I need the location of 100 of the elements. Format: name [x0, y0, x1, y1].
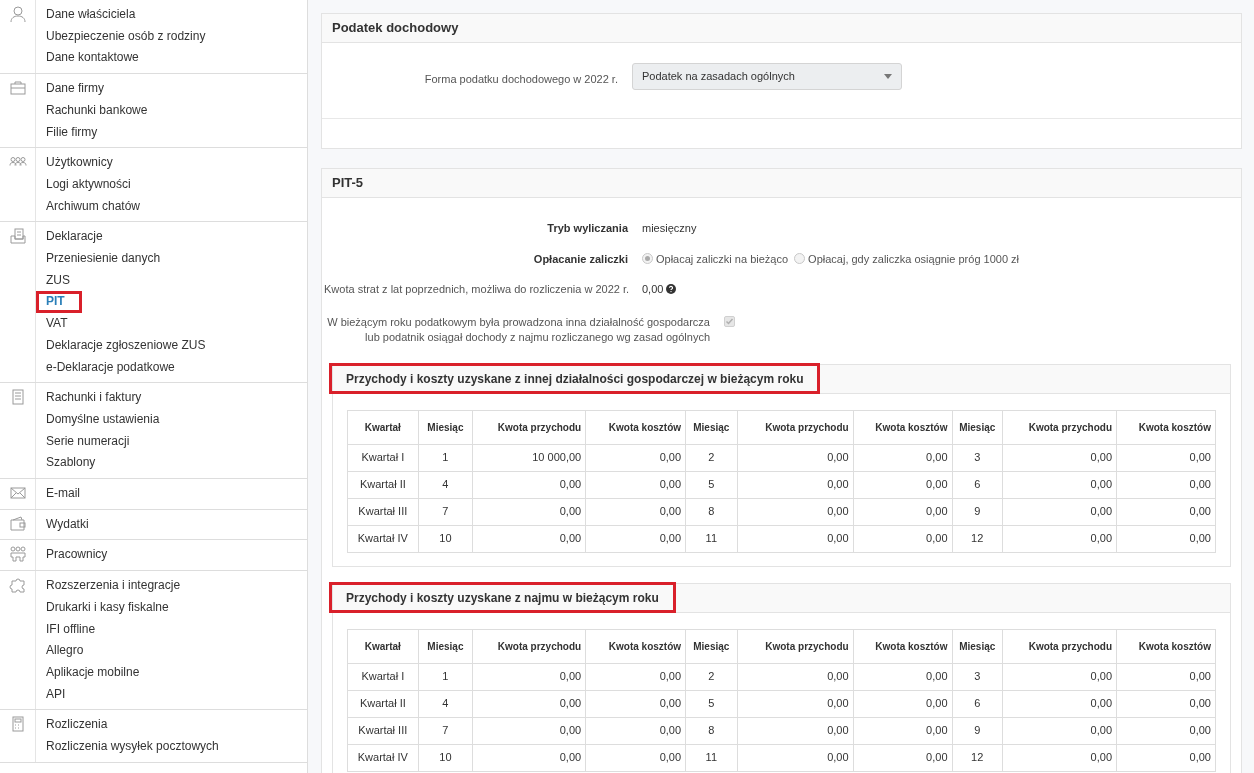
sidebar-item[interactable]: Logi aktywności	[46, 173, 131, 196]
sidebar-item[interactable]: Filie firmy	[46, 121, 98, 144]
sidebar-item[interactable]: Rachunki i faktury	[46, 387, 142, 409]
table-cell: 0,00	[1116, 663, 1216, 690]
people-icon	[8, 157, 27, 167]
table-cell: 0,00	[853, 471, 952, 498]
sidebar-item[interactable]: API	[46, 683, 66, 706]
table-cell: 0,00	[472, 690, 586, 717]
table-cell: 0,00	[472, 525, 586, 552]
table-cell: Kwartał II	[347, 690, 419, 717]
table-cell: 0,00	[1002, 471, 1117, 498]
table-cell: 3	[952, 663, 1003, 690]
table-cell: 0,00	[853, 744, 952, 771]
table-cell: 0,00	[585, 717, 686, 744]
table-cell: 0,00	[737, 471, 854, 498]
table-cell: 0,00	[737, 498, 854, 525]
sidebar-item[interactable]: Dane właściciela	[46, 4, 136, 26]
section-title: Przychody i koszty uzyskane z innej działalności gospodarczej w bieżącym roku	[329, 363, 821, 394]
column-header: Kwota kosztów	[1116, 629, 1216, 663]
table-cell: 4	[418, 471, 473, 498]
sidebar-item[interactable]: Rozliczenia	[46, 714, 108, 737]
table-cell: 0,00	[1002, 498, 1117, 525]
radio-option[interactable]: Opłacaj, gdy zaliczka osiągnie próg 1000 zł	[794, 250, 1020, 267]
table-cell: 0,00	[472, 471, 586, 498]
radio-button[interactable]	[794, 253, 806, 265]
person-icon	[8, 5, 27, 23]
table-cell: 6	[952, 471, 1003, 498]
table-cell: 0,00	[1116, 690, 1216, 717]
sidebar-item[interactable]: Aplikacje mobilne	[46, 662, 140, 684]
field-label: W bieżącym roku podatkowym była prowadzona inna działalność gospodarcza lub podatnik osiągał dochody z najmu rozliczanego wg zasad ogólnych	[326, 314, 711, 345]
column-header: Kwota kosztów	[585, 410, 686, 444]
table-cell: 0,00	[1116, 471, 1216, 498]
table-cell: 11	[685, 525, 738, 552]
sidebar-item[interactable]: Wydatki	[46, 513, 89, 536]
table-cell: Kwartał IV	[347, 525, 419, 552]
sidebar-item[interactable]: Dane firmy	[46, 78, 104, 100]
table-cell: 10 000,00	[472, 444, 586, 471]
sidebar-item[interactable]: Użytkownicy	[46, 152, 113, 174]
sidebar-item[interactable]: Drukarki i kasy fiskalne	[46, 596, 169, 619]
table-cell: 9	[952, 498, 1003, 525]
column-header: Miesiąc	[418, 629, 473, 663]
column-header: Miesiąc	[418, 410, 473, 444]
table-cell: 5	[685, 471, 738, 498]
sidebar-item[interactable]: VAT	[46, 313, 68, 335]
sidebar-item[interactable]: Allegro	[46, 640, 84, 662]
table-cell: 0,00	[737, 663, 854, 690]
sidebar-item[interactable]: Serie numeracji	[46, 430, 130, 453]
sidebar-item[interactable]: Rozszerzenia i integracje	[46, 575, 181, 597]
sidebar-item[interactable]: Rozliczenia wysyłek pocztowych	[46, 736, 219, 758]
sidebar-item[interactable]: Szablony	[46, 452, 96, 475]
table-cell: 2	[685, 663, 738, 690]
column-header: Miesiąc	[685, 629, 738, 663]
sidebar-item[interactable]: Rachunki bankowe	[46, 99, 148, 122]
table-cell: 7	[418, 498, 473, 525]
sidebar-item[interactable]: e-Deklaracje podatkowe	[46, 356, 175, 379]
field-label: Opłacanie zaliczki	[532, 251, 629, 267]
sidebar-item[interactable]: Domyślne ustawienia	[46, 408, 160, 431]
table-cell: 9	[952, 717, 1003, 744]
select-field[interactable]: Podatek na zasadach ogólnych	[632, 63, 902, 90]
table-cell: 0,00	[1002, 690, 1117, 717]
table-cell: 0,00	[472, 744, 586, 771]
table-cell: 0,00	[853, 690, 952, 717]
sidebar-item[interactable]: IFI offline	[46, 618, 96, 641]
column-header: Kwota kosztów	[853, 629, 952, 663]
column-header: Kwota przychodu	[472, 410, 586, 444]
table-cell: 11	[685, 744, 738, 771]
radio-option[interactable]: Opłacaj zaliczki na bieżąco	[642, 250, 789, 267]
table-cell: 12	[952, 525, 1003, 552]
table-cell: 0,00	[1116, 498, 1216, 525]
sidebar-item[interactable]: ZUS	[46, 269, 70, 292]
wallet-icon	[8, 514, 27, 533]
table-cell: 0,00	[737, 717, 854, 744]
sidebar-item[interactable]: PIT	[36, 291, 82, 314]
puzzle-icon	[8, 576, 27, 595]
sidebar-item[interactable]: Przeniesienie danych	[46, 248, 161, 270]
team-icon	[8, 545, 27, 564]
column-header: Miesiąc	[685, 410, 738, 444]
table-cell: 7	[418, 717, 473, 744]
sidebar-item[interactable]: Pracownicy	[46, 544, 108, 567]
table-cell: 0,00	[1002, 444, 1117, 471]
field-label: Kwota strat z lat poprzednich, możliwa do rozliczenia w 2022 r.	[324, 282, 631, 297]
table-cell: Kwartał I	[347, 663, 419, 690]
sidebar-item[interactable]: Dane kontaktowe	[46, 47, 139, 70]
table-cell: 0,00	[472, 498, 586, 525]
sidebar-item[interactable]: Deklaracje zgłoszeniowe ZUS	[46, 334, 206, 357]
sidebar-item[interactable]: E-mail	[46, 483, 80, 505]
help-icon[interactable]	[666, 284, 677, 295]
column-header: Kwota przychodu	[737, 410, 854, 444]
column-header: Miesiąc	[952, 410, 1003, 444]
sidebar-item[interactable]: Deklaracje	[46, 226, 103, 249]
table-cell: 0,00	[472, 717, 586, 744]
table-cell: 0,00	[853, 444, 952, 471]
sidebar-item[interactable]: Ubezpieczenie osób z rodziny	[46, 25, 206, 48]
table-cell: 0,00	[585, 471, 686, 498]
sidebar-item[interactable]: Archiwum chatów	[46, 195, 141, 218]
table-cell: 0,00	[853, 663, 952, 690]
table-cell: 1	[418, 444, 473, 471]
radio-button[interactable]	[642, 253, 653, 265]
section-title: Przychody i koszty uzyskane z najmu w bieżącym roku	[329, 582, 676, 613]
table-cell: 0,00	[472, 663, 586, 690]
